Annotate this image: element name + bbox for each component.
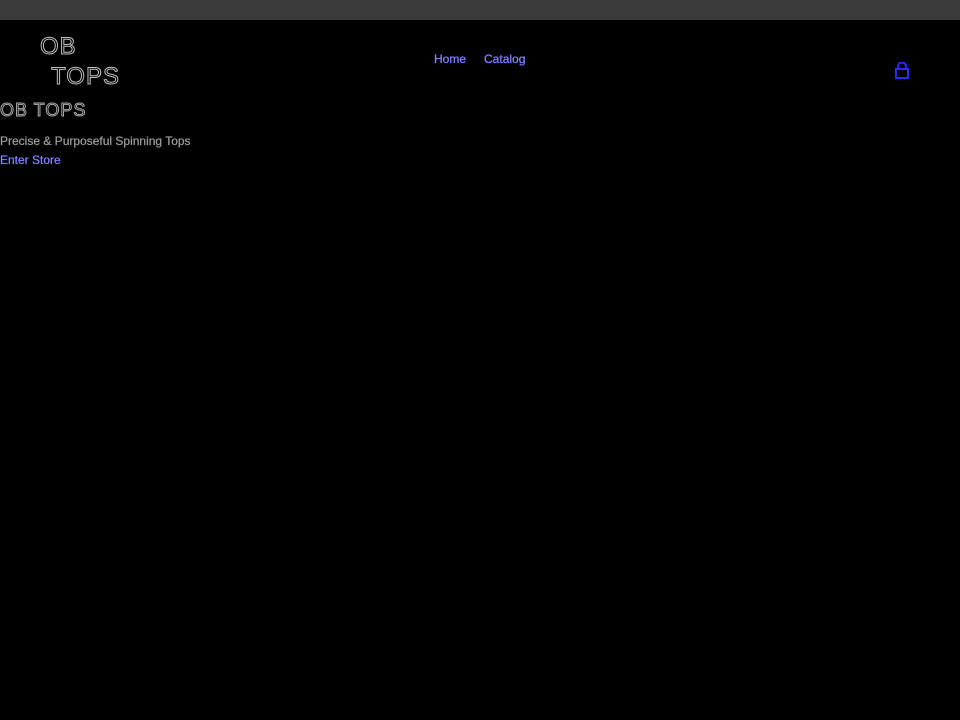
site-logo[interactable]: OB TOPS xyxy=(40,32,120,92)
logo-line-2: TOPS xyxy=(51,63,120,91)
browser-top-strip xyxy=(0,0,960,20)
nav-home-link[interactable]: Home xyxy=(434,52,466,66)
hero-section: OB TOPS Precise & Purposeful Spinning To… xyxy=(0,98,960,169)
nav-catalog-link[interactable]: Catalog xyxy=(484,52,526,66)
logo-line-1: OB xyxy=(40,33,77,61)
cart-icon xyxy=(895,61,909,79)
site-header: OB TOPS Home Catalog xyxy=(0,20,960,100)
hero-title: OB TOPS xyxy=(0,100,87,121)
enter-store-link[interactable]: Enter Store xyxy=(0,153,61,167)
cart-button[interactable] xyxy=(893,61,911,80)
main-nav: Home Catalog xyxy=(434,52,526,66)
hero-subtitle: Precise & Purposeful Spinning Tops xyxy=(0,134,191,148)
